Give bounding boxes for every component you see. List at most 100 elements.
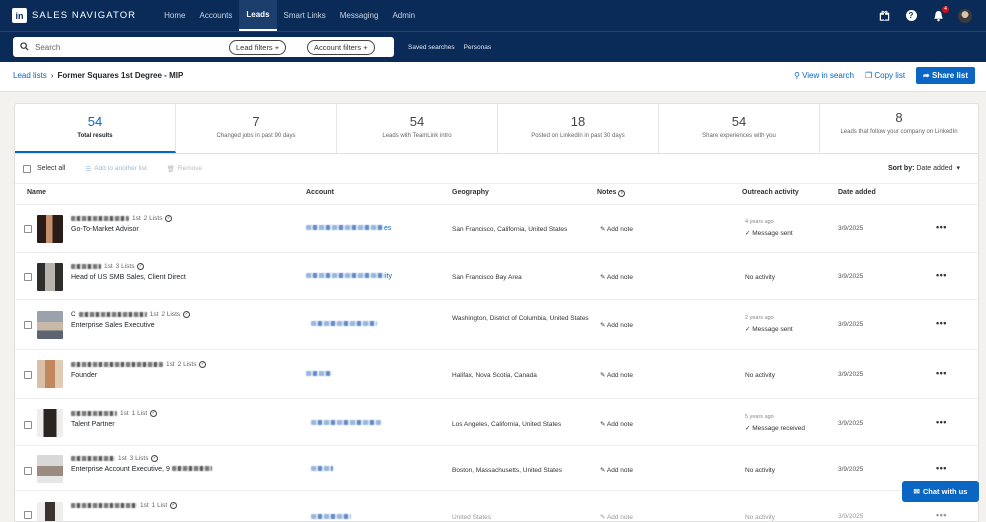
profile-avatar[interactable] [958,8,972,23]
stat-total-results[interactable]: 54 Total results [15,104,176,153]
gift-icon[interactable] [877,9,891,23]
nav-leads[interactable]: Leads [239,0,277,31]
account-link[interactable] [311,466,333,473]
lead-photo[interactable] [37,263,63,291]
remove-button[interactable]: 🗑 Remove [167,165,202,173]
lead-photo[interactable] [37,311,63,339]
account-link[interactable] [311,420,381,427]
lead-photo[interactable] [37,409,63,437]
column-notes[interactable]: Notes i [597,189,626,197]
lead-photo[interactable] [37,502,63,521]
row-checkbox[interactable] [24,273,32,281]
more-options-icon[interactable]: ••• [936,463,947,473]
outreach-status: No activity [745,274,775,281]
more-options-icon[interactable]: ••• [936,222,947,232]
table-row[interactable]: C 1st 2 Lists ✓ Enterprise Sales Executi… [15,299,978,349]
view-in-search-button[interactable]: ⚲ View in search [794,71,854,80]
account-link[interactable] [311,514,351,521]
account-link[interactable] [306,371,332,378]
more-options-icon[interactable]: ••• [936,368,947,378]
stat-follow-company[interactable]: 8 Leads that follow your company on Link… [820,104,978,153]
lists-count[interactable]: 1 List [132,410,148,417]
add-note-button[interactable]: ✎ Add note [600,371,633,379]
lead-name-redacted[interactable] [71,503,137,508]
lists-count[interactable]: 1 List [152,502,168,509]
nav-admin[interactable]: Admin [385,0,422,31]
row-checkbox[interactable] [24,467,32,475]
nav-home[interactable]: Home [157,0,192,31]
lead-filters-button[interactable]: Lead filters + [229,40,287,55]
column-account[interactable]: Account [306,189,334,196]
lists-count[interactable]: 3 Lists [116,263,135,270]
table-row[interactable]: 1st 3 Lists ✓ Enterprise Account Executi… [15,445,978,490]
lists-count[interactable]: 3 Lists [130,455,149,462]
lead-name-redacted[interactable] [71,456,115,461]
breadcrumb-lead-lists[interactable]: Lead lists [13,71,47,80]
lists-count[interactable]: 2 Lists [161,311,180,318]
add-to-another-list-button[interactable]: ☰ Add to another list [85,165,146,173]
select-all[interactable]: Select all [23,164,65,173]
table-row[interactable]: 1st 1 List ✓ United States ✎ Add note No… [15,490,978,521]
search-input[interactable]: Search Lead filters + Account filters + [13,37,394,57]
account-filters-button[interactable]: Account filters + [307,40,375,55]
more-options-icon[interactable]: ••• [936,417,947,427]
lead-name-redacted[interactable] [78,312,147,317]
more-options-icon[interactable]: ••• [936,510,947,520]
share-list-button[interactable]: ➦ Share list [916,67,975,84]
add-note-button[interactable]: ✎ Add note [600,225,633,233]
stat-share-experiences[interactable]: 54 Share experiences with you [659,104,820,153]
saved-searches-link[interactable]: Saved searches [408,44,455,51]
verified-icon: ✓ [170,502,178,509]
lead-photo[interactable] [37,215,63,243]
table-row[interactable]: 1st 2 Lists ✓ Founder Halifax, Nova Scot… [15,349,978,398]
outreach-time: 4 years ago [745,219,774,225]
lead-name-line: 1st 2 Lists ✓ [71,361,207,368]
nav-smart-links[interactable]: Smart Links [277,0,333,31]
table-row[interactable]: 1st 2 Lists ✓ Go-To-Market Advisor es Sa… [15,204,978,252]
notifications-icon[interactable]: 4 [931,5,949,23]
lead-name-redacted[interactable] [71,362,163,367]
pencil-icon: ✎ [600,421,607,428]
row-checkbox[interactable] [24,321,32,329]
column-outreach[interactable]: Outreach activity [742,189,799,196]
table-row[interactable]: 1st 3 Lists ✓ Head of US SMB Sales, Clie… [15,252,978,299]
nav-accounts[interactable]: Accounts [192,0,239,31]
stat-changed-jobs[interactable]: 7 Changed jobs in past 90 days [176,104,337,153]
more-options-icon[interactable]: ••• [936,270,947,280]
select-all-checkbox[interactable] [23,164,31,173]
lead-photo[interactable] [37,360,63,388]
account-link[interactable]: es [306,225,391,232]
row-checkbox[interactable] [24,421,32,429]
lead-name-redacted[interactable] [71,216,129,221]
lists-count[interactable]: 2 Lists [144,215,163,222]
sales-navigator-logo[interactable]: in SALES NAVIGATOR [12,8,136,23]
stat-posted-linkedin[interactable]: 18 Posted on LinkedIn in past 30 days [498,104,659,153]
table-row[interactable]: 1st 1 List ✓ Talent Partner Los Angeles,… [15,398,978,445]
row-checkbox[interactable] [24,511,32,519]
row-checkbox[interactable] [24,225,32,233]
account-link[interactable]: ity [306,273,392,280]
row-checkbox[interactable] [24,371,32,379]
add-note-button[interactable]: ✎ Add note [600,466,633,474]
lead-name-redacted[interactable] [71,411,117,416]
column-date-added[interactable]: Date added [838,189,876,196]
more-options-icon[interactable]: ••• [936,318,947,328]
lead-name-redacted[interactable] [71,264,101,269]
column-name[interactable]: Name [27,189,46,196]
lists-count[interactable]: 2 Lists [178,361,197,368]
nav-messaging[interactable]: Messaging [333,0,386,31]
add-note-button[interactable]: ✎ Add note [600,321,633,329]
personas-link[interactable]: Personas [464,44,491,51]
help-icon[interactable]: ? [904,9,918,23]
stat-teamlink[interactable]: 54 Leads with TeamLink intro [337,104,498,153]
chat-with-us-button[interactable]: ✉ Chat with us [902,481,979,502]
add-note-button[interactable]: ✎ Add note [600,420,633,428]
add-note-button[interactable]: ✎ Add note [600,513,633,521]
column-geography[interactable]: Geography [452,189,489,196]
account-link[interactable] [311,321,377,328]
lead-photo[interactable] [37,455,63,483]
add-note-button[interactable]: ✎ Add note [600,273,633,281]
lead-name-initial[interactable]: C [71,311,76,318]
copy-list-button[interactable]: ❐ Copy list [865,71,905,80]
sort-by-dropdown[interactable]: Sort by: Date added ▾ [888,164,960,172]
